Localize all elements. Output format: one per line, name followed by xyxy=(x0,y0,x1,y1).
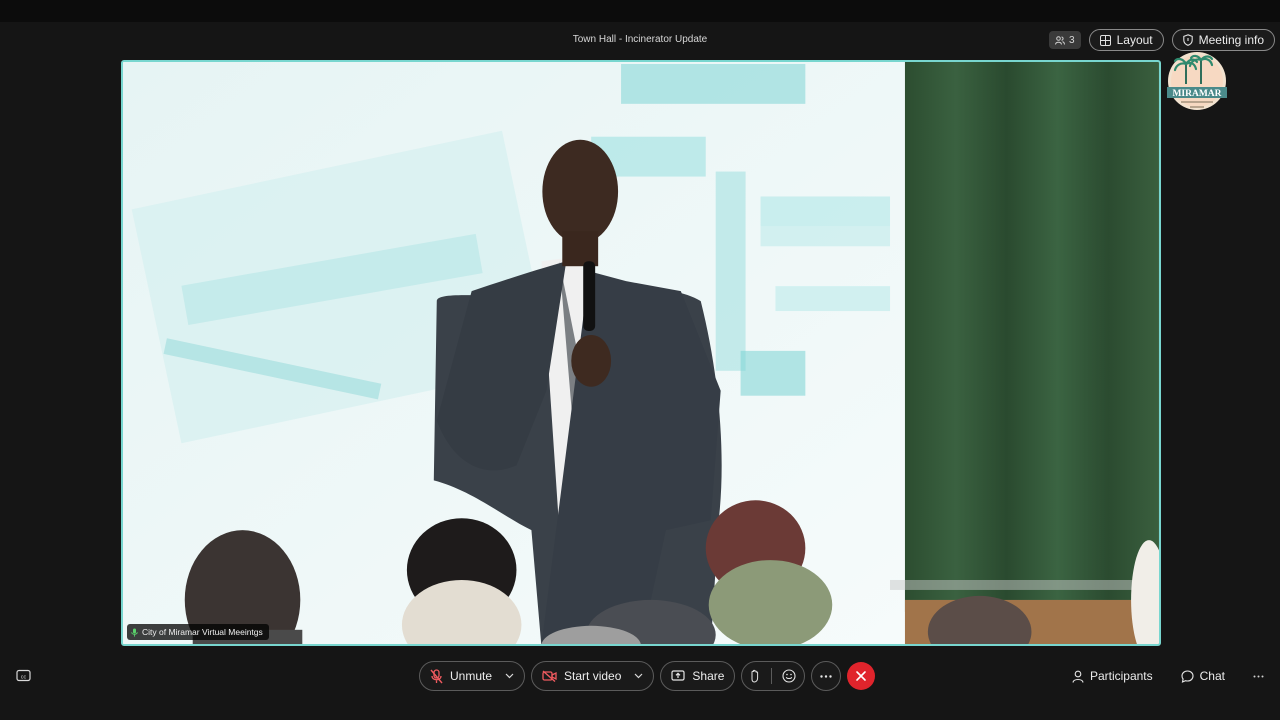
active-speaker-video[interactable]: City of Miramar Virtual Meeintgs xyxy=(121,60,1161,646)
miramar-logo: MIRAMAR xyxy=(1167,52,1227,110)
start-video-button[interactable]: Start video xyxy=(531,661,655,691)
chevron-down-icon[interactable] xyxy=(634,673,643,679)
more-panels-button[interactable] xyxy=(1253,661,1264,691)
share-screen-icon xyxy=(671,670,686,681)
emoji-reaction-icon[interactable] xyxy=(782,669,796,683)
speaker-name-tag: City of Miramar Virtual Meeintgs xyxy=(127,624,269,640)
layout-icon xyxy=(1099,34,1111,46)
share-label: Share xyxy=(692,669,725,683)
people-icon xyxy=(1055,35,1066,45)
chat-bubble-icon xyxy=(1181,669,1194,683)
more-icon xyxy=(820,674,833,678)
participants-button[interactable]: Participants xyxy=(1072,661,1153,691)
unmute-label: Unmute xyxy=(450,669,493,683)
speaker-name: City of Miramar Virtual Meeintgs xyxy=(142,627,263,637)
svg-text:cc: cc xyxy=(21,674,27,680)
reactions-group xyxy=(741,661,806,691)
leave-meeting-button[interactable] xyxy=(847,662,876,690)
side-panel-controls: Participants Chat xyxy=(1072,661,1264,691)
person-icon xyxy=(1072,670,1084,683)
logo-text: MIRAMAR xyxy=(1172,89,1221,99)
microphone-icon xyxy=(131,628,138,637)
participants-label: Participants xyxy=(1089,669,1153,683)
closed-captions-icon[interactable]: cc xyxy=(16,669,32,683)
unmute-button[interactable]: Unmute xyxy=(419,661,526,691)
participant-count-badge[interactable]: 3 xyxy=(1049,31,1081,49)
chevron-down-icon[interactable] xyxy=(505,673,514,679)
main-controls: Unmute Start video Share xyxy=(419,661,876,691)
meeting-control-bar: cc Unmute Start video Share Participants… xyxy=(0,655,1280,699)
speaker-video-frame xyxy=(123,62,1159,644)
layout-button[interactable]: Layout xyxy=(1088,29,1164,51)
meeting-info-button[interactable]: Meeting info xyxy=(1171,29,1275,51)
separator xyxy=(771,668,773,684)
chat-button[interactable]: Chat xyxy=(1181,661,1225,691)
header-controls: 3 Layout Meeting info xyxy=(1049,29,1275,51)
close-icon xyxy=(856,671,867,681)
meeting-info-label: Meeting info xyxy=(1198,33,1264,47)
more-options-button[interactable] xyxy=(811,661,842,691)
more-icon xyxy=(1253,675,1264,677)
share-button[interactable]: Share xyxy=(660,661,736,691)
raise-hand-icon[interactable] xyxy=(750,669,761,683)
shield-icon xyxy=(1182,34,1193,46)
start-video-label: Start video xyxy=(564,669,622,683)
meeting-window: Town Hall - Incinerator Update 3 Layout xyxy=(0,0,1280,720)
camera-off-icon xyxy=(542,670,557,682)
layout-label: Layout xyxy=(1116,33,1153,47)
mic-muted-icon xyxy=(430,668,443,683)
chat-label: Chat xyxy=(1199,669,1225,683)
window-top-bar xyxy=(0,0,1280,22)
participant-count: 3 xyxy=(1069,34,1075,46)
